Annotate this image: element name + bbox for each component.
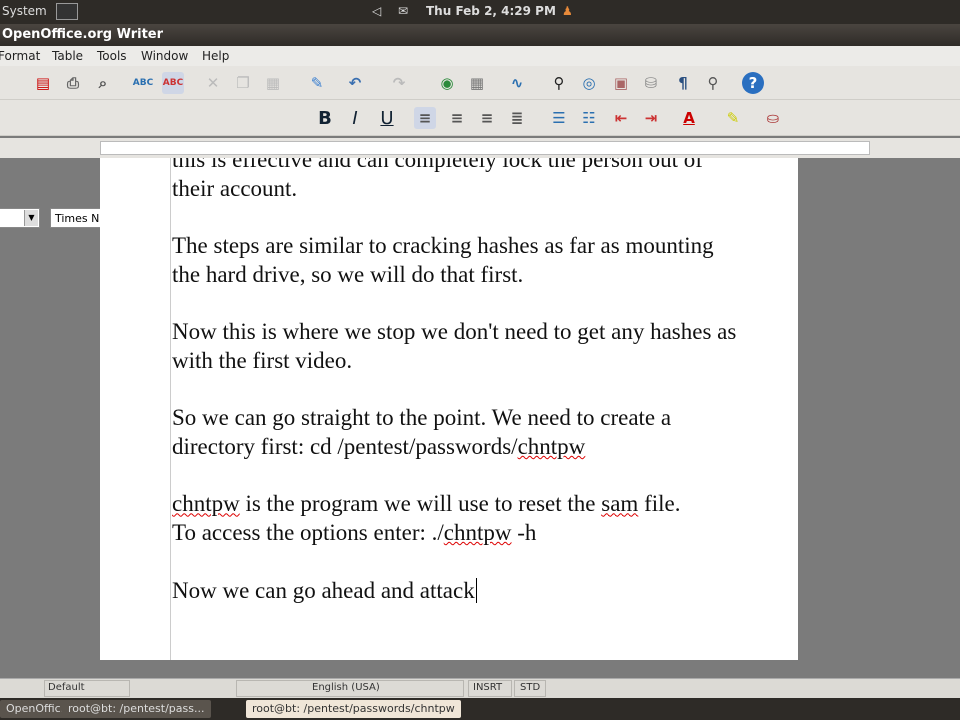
- numbering-icon[interactable]: ☰: [548, 107, 570, 129]
- print-icon[interactable]: ⎙: [62, 72, 84, 94]
- find-icon[interactable]: ⚲: [548, 72, 570, 94]
- menu-bar: Format Table Tools Window Help: [0, 46, 960, 66]
- copy-icon[interactable]: ❐: [232, 72, 254, 94]
- menu-format[interactable]: Format: [0, 49, 40, 63]
- redo-icon[interactable]: ↷: [388, 72, 410, 94]
- top-panel: System ◁ ✉ Thu Feb 2, 4:29 PM ♟: [0, 0, 960, 24]
- background-color-icon[interactable]: ⛀: [762, 107, 784, 129]
- menu-help[interactable]: Help: [202, 49, 229, 63]
- paste-icon[interactable]: ▦: [262, 72, 284, 94]
- gallery-icon[interactable]: ▣: [610, 72, 632, 94]
- horizontal-ruler[interactable]: [0, 138, 960, 158]
- window-title: OpenOffice.org Writer: [0, 24, 960, 46]
- autospell-icon[interactable]: ABC: [162, 72, 184, 94]
- zoom-icon[interactable]: ⚲: [702, 72, 724, 94]
- font-color-icon[interactable]: A: [678, 107, 700, 129]
- formatting-toolbar: ▼ Times New Roman▼ 20▼ B I U ≡ ≡ ≡ ≣ ☰ ☷…: [0, 100, 960, 228]
- insert-mode[interactable]: INSRT: [473, 682, 502, 693]
- draw-icon[interactable]: ∿: [506, 72, 528, 94]
- align-center-icon[interactable]: ≡: [446, 107, 468, 129]
- align-right-icon[interactable]: ≡: [476, 107, 498, 129]
- standard-toolbar: ▤ ⎙ ⌕ ABC ABC ✕ ❐ ▦ ✎ ↶ ↷ ◉ ▦ ∿ ⚲ ◎ ▣ ⛁ …: [0, 66, 960, 100]
- underline-button[interactable]: U: [376, 107, 398, 129]
- bold-button[interactable]: B: [314, 107, 336, 129]
- table-icon[interactable]: ▦: [466, 72, 488, 94]
- preview-icon[interactable]: ⌕: [92, 72, 114, 94]
- align-left-icon[interactable]: ≡: [414, 107, 436, 129]
- task-terminal-1[interactable]: root@bt: /pentest/pass...: [62, 700, 211, 718]
- formatting-marks-icon[interactable]: ¶: [672, 72, 694, 94]
- help-icon[interactable]: ?: [742, 72, 764, 94]
- paragraph-style-select[interactable]: ▼: [0, 208, 40, 228]
- highlight-icon[interactable]: ✎: [722, 107, 744, 129]
- task-terminal-2[interactable]: root@bt: /pentest/passwords/chntpw: [246, 700, 461, 718]
- pdf-icon[interactable]: ▤: [32, 72, 54, 94]
- justify-icon[interactable]: ≣: [506, 107, 528, 129]
- volume-icon[interactable]: ◁: [372, 4, 381, 18]
- cut-icon[interactable]: ✕: [202, 72, 224, 94]
- terminal-launcher-icon[interactable]: [56, 3, 78, 20]
- italic-button[interactable]: I: [344, 107, 366, 129]
- undo-icon[interactable]: ↶: [344, 72, 366, 94]
- menu-table[interactable]: Table: [52, 49, 83, 63]
- menu-tools[interactable]: Tools: [97, 49, 127, 63]
- mail-icon[interactable]: ✉: [398, 4, 408, 18]
- increase-indent-icon[interactable]: ⇥: [640, 107, 662, 129]
- selection-mode[interactable]: STD: [520, 682, 540, 693]
- document-text[interactable]: this is effective and can completely loc…: [172, 158, 736, 605]
- user-icon[interactable]: ♟: [562, 4, 573, 18]
- language[interactable]: English (USA): [312, 682, 380, 693]
- menu-window[interactable]: Window: [141, 49, 188, 63]
- datasource-icon[interactable]: ⛁: [640, 72, 662, 94]
- document-page[interactable]: this is effective and can completely loc…: [100, 158, 798, 660]
- clock[interactable]: Thu Feb 2, 4:29 PM: [426, 4, 556, 18]
- spellcheck-icon[interactable]: ABC: [132, 72, 154, 94]
- hyperlink-icon[interactable]: ◉: [436, 72, 458, 94]
- navigator-icon[interactable]: ◎: [578, 72, 600, 94]
- decrease-indent-icon[interactable]: ⇤: [610, 107, 632, 129]
- taskbar: OpenOffic... root@bt: /pentest/pass... r…: [0, 698, 960, 720]
- clone-format-icon[interactable]: ✎: [306, 72, 328, 94]
- page-style[interactable]: Default: [48, 682, 85, 693]
- system-menu[interactable]: System: [2, 4, 47, 18]
- bullets-icon[interactable]: ☷: [578, 107, 600, 129]
- status-bar: Default English (USA) INSRT STD: [0, 678, 960, 698]
